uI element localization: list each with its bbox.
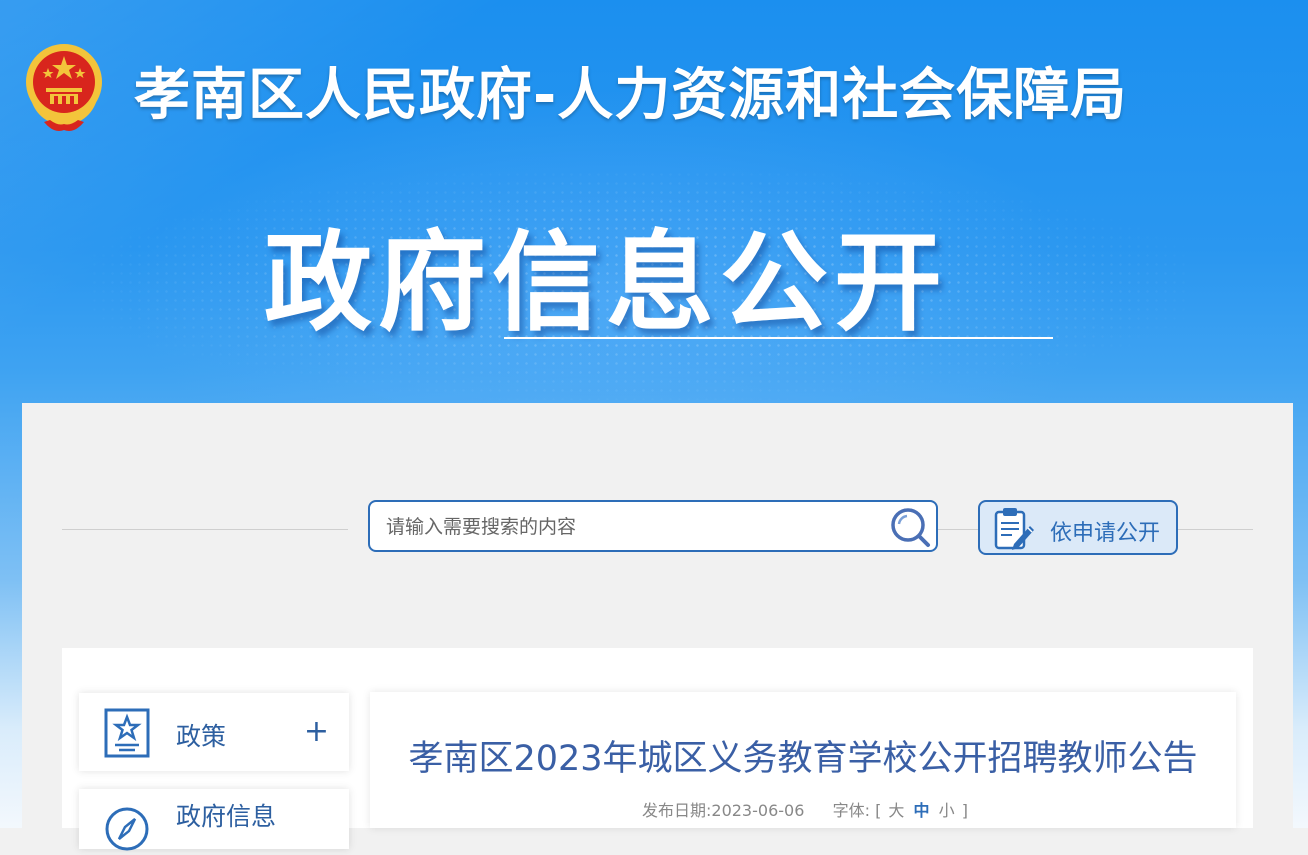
policy-document-icon <box>104 708 150 758</box>
national-emblem-icon <box>26 44 102 131</box>
bracket-close: ] <box>961 801 968 820</box>
site-title: 孝南区人民政府-人力资源和社会保障局 <box>134 63 1128 128</box>
apply-disclosure-label: 依申请公开 <box>1050 521 1161 546</box>
article-panel: 孝南区2023年城区义务教育学校公开招聘教师公告 发布日期:2023-06-06… <box>370 692 1236 828</box>
compass-icon <box>105 807 149 851</box>
font-size-large-button[interactable]: 大 <box>886 797 906 821</box>
search-divider-left <box>62 529 348 530</box>
sidebar-item-government-info[interactable]: 政府信息 <box>79 789 349 851</box>
search-input[interactable] <box>384 508 878 546</box>
section-title-underline <box>504 337 1053 339</box>
apply-disclosure-button[interactable]: 依申请公开 <box>978 500 1178 555</box>
search-icon[interactable] <box>888 505 932 549</box>
bracket-open: [ <box>875 801 882 820</box>
section-title: 政府信息公开 <box>264 221 949 346</box>
search-divider-right <box>1178 529 1253 530</box>
sidebar-item-label: 政策 <box>176 722 227 751</box>
publish-date: 发布日期:2023-06-06 <box>642 801 805 820</box>
font-size-label: 字体: <box>832 801 870 820</box>
search-divider-middle <box>938 529 978 530</box>
article-meta: 发布日期:2023-06-06 字体: [ 大 中 小 ] <box>642 797 968 821</box>
search-box <box>368 500 938 552</box>
clipboard-edit-icon <box>994 508 1034 550</box>
sidebar-item-policy[interactable]: 政策 + <box>79 693 349 771</box>
font-size-medium-button[interactable]: 中 <box>912 797 932 821</box>
expand-plus-icon[interactable]: + <box>304 717 329 747</box>
font-size-small-button[interactable]: 小 <box>937 797 957 821</box>
article-title: 孝南区2023年城区义务教育学校公开招聘教师公告 <box>408 739 1198 779</box>
